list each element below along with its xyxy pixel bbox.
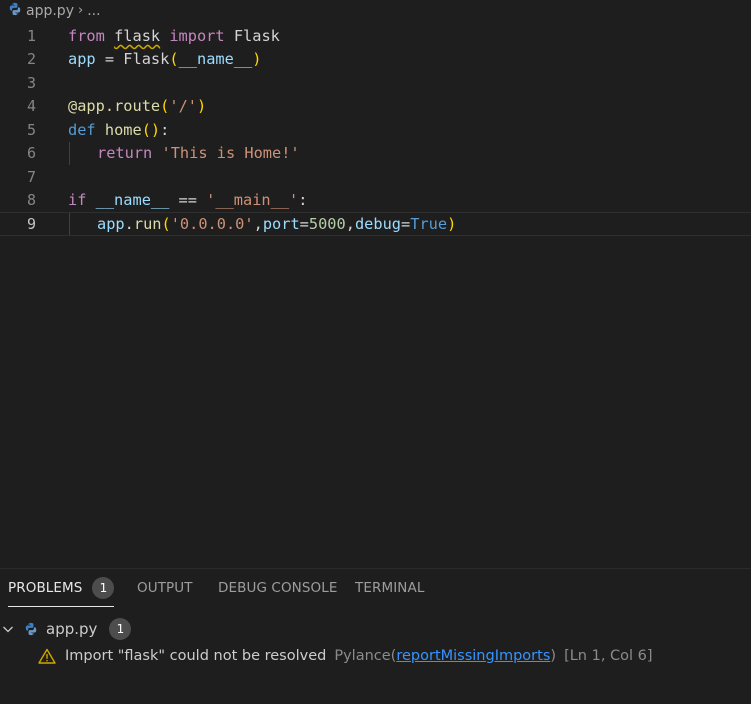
token-variable: app <box>97 214 125 233</box>
token-paren: ) <box>197 97 207 116</box>
line-number: 1 <box>26 26 36 45</box>
problem-rule-close: ) <box>550 648 557 664</box>
problem-file-group[interactable]: app.py 1 <box>0 617 751 641</box>
token-paren: ) <box>150 120 161 139</box>
tab-problems-label: PROBLEMS <box>8 580 83 596</box>
line-number: 2 <box>26 50 36 69</box>
token-punct: . <box>124 214 134 233</box>
tab-debug-console[interactable]: DEBUG CONSOLE <box>218 569 338 607</box>
python-file-icon <box>8 2 22 20</box>
token-decorator: . <box>104 97 115 116</box>
token-name: Flask <box>123 50 170 69</box>
code-text: def home(): <box>68 121 169 139</box>
code-editor[interactable]: 1 from flask import Flask 2 app = Flask(… <box>0 24 751 564</box>
token-variable: __name__ <box>95 191 170 210</box>
code-text: from flask import Flask <box>68 27 280 45</box>
line-number: 7 <box>26 167 36 186</box>
token-variable: __name__ <box>178 50 253 69</box>
token-punct: , <box>345 214 355 233</box>
tab-output[interactable]: OUTPUT <box>137 569 193 607</box>
code-line-6[interactable]: 6 return 'This is Home!' <box>0 141 751 165</box>
token-decorator: app <box>77 97 105 116</box>
indent-guide <box>69 213 70 235</box>
code-line-8[interactable]: 8 if __name__ == '__main__': <box>0 189 751 213</box>
tab-problems[interactable]: PROBLEMS 1 <box>8 569 115 607</box>
chevron-right-icon: › <box>77 2 84 18</box>
line-number: 5 <box>26 120 36 139</box>
problem-message: Import "flask" could not be resolved <box>65 648 327 664</box>
code-text: if __name__ == '__main__': <box>68 191 308 209</box>
problem-position: [Ln 1, Col 6] <box>564 648 653 664</box>
token-constant: True <box>410 214 448 233</box>
line-number: 3 <box>26 73 36 92</box>
token-param: port <box>262 214 300 233</box>
panel-tabs: PROBLEMS 1 OUTPUT DEBUG CONSOLE TERMINAL <box>0 569 751 607</box>
code-text: @app.route('/') <box>68 97 206 115</box>
token-keyword: from <box>68 26 105 45</box>
token-string: '0.0.0.0' <box>170 214 254 233</box>
problem-file-count-badge: 1 <box>109 618 132 640</box>
token-punct: : <box>160 120 170 139</box>
token-function: run <box>133 214 162 233</box>
token-punct: : <box>298 191 308 210</box>
token-string: 'This is Home!' <box>161 144 300 163</box>
token-paren: ) <box>252 50 262 69</box>
chevron-down-icon[interactable] <box>2 623 14 635</box>
problem-item[interactable]: Import "flask" could not be resolved Pyl… <box>38 645 653 667</box>
token-keyword: def <box>68 120 96 139</box>
token-variable: app <box>68 50 96 69</box>
code-line-1[interactable]: 1 from flask import Flask <box>0 24 751 48</box>
token-number: 5000 <box>308 214 346 233</box>
problem-file-name: app.py <box>46 620 98 638</box>
code-text: return 'This is Home!' <box>97 144 300 162</box>
token-operator: = <box>401 214 411 233</box>
indent-guide <box>69 141 70 165</box>
token-module-warning[interactable]: flask <box>114 27 160 45</box>
warning-icon <box>38 648 56 664</box>
tab-terminal-label: TERMINAL <box>355 580 425 596</box>
line-number: 6 <box>26 144 36 163</box>
token-name: Flask <box>233 26 280 45</box>
token-function: home <box>104 120 142 139</box>
code-text: app.run('0.0.0.0',port=5000,debug=True) <box>97 215 456 233</box>
token-decorator: route <box>114 97 161 116</box>
token-paren: ) <box>447 214 457 233</box>
token-keyword: if <box>68 191 87 210</box>
token-paren: ( <box>169 50 179 69</box>
token-string: '__main__' <box>206 191 299 210</box>
token-string: '/' <box>169 97 197 116</box>
breadcrumb: app.py › ... <box>0 0 751 22</box>
tab-debug-console-label: DEBUG CONSOLE <box>218 580 338 596</box>
problems-count-badge: 1 <box>92 577 115 599</box>
code-line-9[interactable]: 9 app.run('0.0.0.0',port=5000,debug=True… <box>0 212 751 236</box>
code-line-3[interactable]: 3 <box>0 71 751 95</box>
token-paren: ( <box>160 97 170 116</box>
token-operator: = <box>95 50 124 69</box>
problem-source: Pylance <box>334 648 391 664</box>
token-keyword: return <box>97 144 153 163</box>
token-operator: = <box>299 214 309 233</box>
token-paren: ( <box>161 214 171 233</box>
tab-terminal[interactable]: TERMINAL <box>355 569 424 607</box>
token-punct: , <box>253 214 263 233</box>
python-file-icon <box>24 622 38 636</box>
line-number: 4 <box>26 97 36 116</box>
code-text: app = Flask(__name__) <box>68 50 261 68</box>
token-paren: ( <box>141 120 151 139</box>
tab-output-label: OUTPUT <box>137 580 193 596</box>
code-line-5[interactable]: 5 def home(): <box>0 118 751 142</box>
token-keyword: import <box>169 26 225 45</box>
bottom-panel: PROBLEMS 1 OUTPUT DEBUG CONSOLE TERMINAL… <box>0 568 751 704</box>
code-line-2[interactable]: 2 app = Flask(__name__) <box>0 48 751 72</box>
line-number: 8 <box>26 191 36 210</box>
breadcrumb-file[interactable]: app.py <box>26 3 74 19</box>
token-operator: == <box>169 191 207 210</box>
code-line-4[interactable]: 4 @app.route('/') <box>0 95 751 119</box>
token-decorator: @ <box>68 97 78 116</box>
code-line-7[interactable]: 7 <box>0 165 751 189</box>
line-number: 9 <box>26 214 36 233</box>
breadcrumb-more[interactable]: ... <box>87 3 100 19</box>
problem-rule-link[interactable]: reportMissingImports <box>396 648 550 664</box>
token-param: debug <box>354 214 402 233</box>
